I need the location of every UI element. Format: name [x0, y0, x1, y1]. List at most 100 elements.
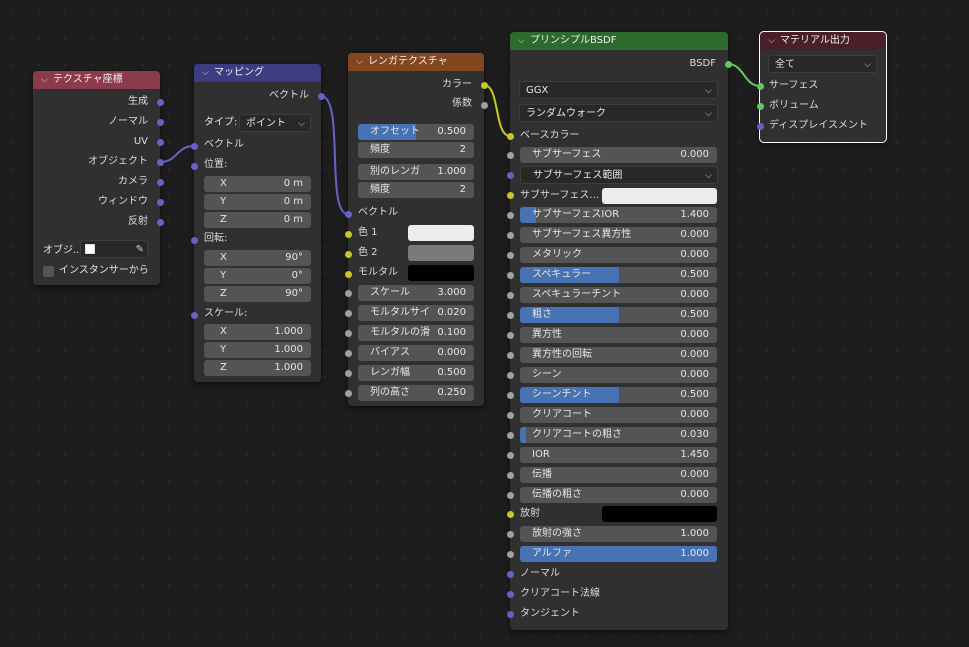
offset-slider[interactable]: オフセット 0.500: [358, 124, 474, 140]
input-socket[interactable]: [344, 389, 352, 397]
input-socket[interactable]: [506, 550, 514, 558]
input-socket[interactable]: [756, 102, 764, 110]
node-header[interactable]: ⌵ プリンシプルBSDF: [510, 32, 728, 50]
bsdf-param-slider[interactable]: 異方性の回転 0.000: [520, 347, 717, 363]
color1-swatch[interactable]: [408, 225, 474, 241]
collapse-chevron-icon[interactable]: ⌵: [518, 32, 530, 50]
input-socket[interactable]: [190, 236, 198, 244]
input-socket[interactable]: [506, 231, 514, 239]
brick-param-field[interactable]: レンガ幅 0.500: [358, 365, 474, 381]
input-socket[interactable]: [344, 349, 352, 357]
node-header[interactable]: ⌵ レンガテクスチャ: [348, 53, 484, 71]
subsurface-radius-dropdown[interactable]: サブサーフェス範囲 ⌵: [520, 166, 718, 184]
subsurface-method-dropdown[interactable]: ランダムウォーク ⌵: [519, 104, 718, 122]
input-socket[interactable]: [506, 251, 514, 259]
output-socket[interactable]: [156, 158, 164, 166]
brick-param-field[interactable]: モルタルサイ 0.020: [358, 305, 474, 321]
vector-component-field[interactable]: Y 1.000: [204, 342, 311, 358]
squash-field[interactable]: 別のレンガ 1.000: [358, 164, 474, 180]
input-socket[interactable]: [344, 369, 352, 377]
brick-param-field[interactable]: スケール 3.000: [358, 285, 474, 301]
output-socket[interactable]: [156, 98, 164, 106]
input-socket[interactable]: [190, 162, 198, 170]
bsdf-param-slider[interactable]: サブサーフェス異方性 0.000: [520, 227, 717, 243]
input-socket[interactable]: [506, 411, 514, 419]
collapse-chevron-icon[interactable]: ⌵: [356, 53, 368, 71]
node-header[interactable]: ⌵ テクスチャ座標: [33, 71, 160, 89]
input-socket[interactable]: [506, 371, 514, 379]
vector-component-field[interactable]: X 90°: [204, 250, 311, 266]
input-socket[interactable]: [506, 610, 514, 618]
alpha-slider[interactable]: アルファ 1.000: [520, 546, 717, 562]
subsurface-color-swatch[interactable]: [602, 188, 717, 204]
bsdf-param-slider[interactable]: クリアコート 0.000: [520, 407, 717, 423]
bsdf-param-slider[interactable]: スペキュラー 0.500: [520, 267, 717, 283]
output-socket[interactable]: [156, 178, 164, 186]
input-socket[interactable]: [506, 151, 514, 159]
bsdf-param-slider[interactable]: シーン 0.000: [520, 367, 717, 383]
input-socket[interactable]: [506, 331, 514, 339]
input-socket[interactable]: [344, 270, 352, 278]
subsurface-field[interactable]: サブサーフェス 0.000: [520, 147, 717, 163]
output-socket[interactable]: [317, 92, 325, 100]
emission-strength-field[interactable]: 放射の強さ 1.000: [520, 526, 717, 542]
bsdf-param-slider[interactable]: シーンチント 0.500: [520, 387, 717, 403]
output-socket[interactable]: [156, 138, 164, 146]
output-socket[interactable]: [724, 60, 732, 68]
input-socket[interactable]: [756, 82, 764, 90]
bsdf-param-slider[interactable]: 伝播 0.000: [520, 467, 717, 483]
input-socket[interactable]: [506, 431, 514, 439]
input-socket[interactable]: [506, 510, 514, 518]
bsdf-param-slider[interactable]: IOR 1.450: [520, 447, 717, 463]
brick-texture-node[interactable]: ⌵ レンガテクスチャ カラー 係数 オフセット 0.500 頻度 2 別のレンガ 1.0…: [348, 53, 484, 406]
input-socket[interactable]: [506, 391, 514, 399]
vector-component-field[interactable]: Z 1.000: [204, 360, 311, 376]
node-header[interactable]: ⌵ マッピング: [194, 64, 321, 82]
input-socket[interactable]: [506, 570, 514, 578]
input-socket[interactable]: [506, 171, 514, 179]
input-socket[interactable]: [344, 230, 352, 238]
input-socket[interactable]: [506, 132, 514, 140]
input-socket[interactable]: [344, 289, 352, 297]
vector-component-field[interactable]: X 1.000: [204, 324, 311, 340]
input-socket[interactable]: [506, 590, 514, 598]
texture-coordinate-node[interactable]: ⌵ テクスチャ座標 オブジ... ✎ インスタンサーから 生成 ノーマル UV オブジェ…: [33, 71, 160, 285]
target-dropdown[interactable]: 全て ⌵: [768, 55, 877, 73]
input-socket[interactable]: [344, 309, 352, 317]
input-socket[interactable]: [190, 311, 198, 319]
brick-param-field[interactable]: バイアス 0.000: [358, 345, 474, 361]
output-socket[interactable]: [156, 198, 164, 206]
type-dropdown[interactable]: ポイント ⌵: [239, 114, 311, 132]
principled-bsdf-node[interactable]: ⌵ プリンシプルBSDF BSDF GGX ⌵ ランダムウォーク ⌵ ベースカラー サ…: [510, 32, 728, 630]
input-socket[interactable]: [756, 122, 764, 130]
frequency-field[interactable]: 頻度 2: [358, 142, 474, 158]
node-header[interactable]: ⌵ マテリアル出力: [760, 32, 886, 50]
output-socket[interactable]: [480, 101, 488, 109]
squash-frequency-field[interactable]: 頻度 2: [358, 182, 474, 198]
vector-component-field[interactable]: Y 0°: [204, 268, 311, 284]
bsdf-param-slider[interactable]: 伝播の粗さ 0.000: [520, 487, 717, 503]
brick-param-field[interactable]: 列の高さ 0.250: [358, 385, 474, 401]
input-socket[interactable]: [506, 451, 514, 459]
collapse-chevron-icon[interactable]: ⌵: [202, 64, 214, 82]
emission-swatch[interactable]: [602, 506, 717, 522]
output-socket[interactable]: [156, 118, 164, 126]
output-socket[interactable]: [156, 218, 164, 226]
input-socket[interactable]: [506, 291, 514, 299]
input-socket[interactable]: [506, 530, 514, 538]
vector-component-field[interactable]: Z 90°: [204, 286, 311, 302]
input-socket[interactable]: [344, 250, 352, 258]
vector-component-field[interactable]: Z 0 m: [204, 212, 311, 228]
bsdf-param-slider[interactable]: クリアコートの粗さ 0.030: [520, 427, 717, 443]
vector-component-field[interactable]: Y 0 m: [204, 194, 311, 210]
input-socket[interactable]: [506, 311, 514, 319]
input-socket[interactable]: [344, 329, 352, 337]
bsdf-param-slider[interactable]: メタリック 0.000: [520, 247, 717, 263]
bsdf-param-slider[interactable]: 粗さ 0.500: [520, 307, 717, 323]
output-socket[interactable]: [480, 81, 488, 89]
instancer-checkbox[interactable]: [43, 266, 54, 277]
input-socket[interactable]: [506, 351, 514, 359]
distribution-dropdown[interactable]: GGX ⌵: [519, 81, 718, 99]
brick-param-field[interactable]: モルタルの滑 0.100: [358, 325, 474, 341]
mortar-swatch[interactable]: [408, 265, 474, 281]
